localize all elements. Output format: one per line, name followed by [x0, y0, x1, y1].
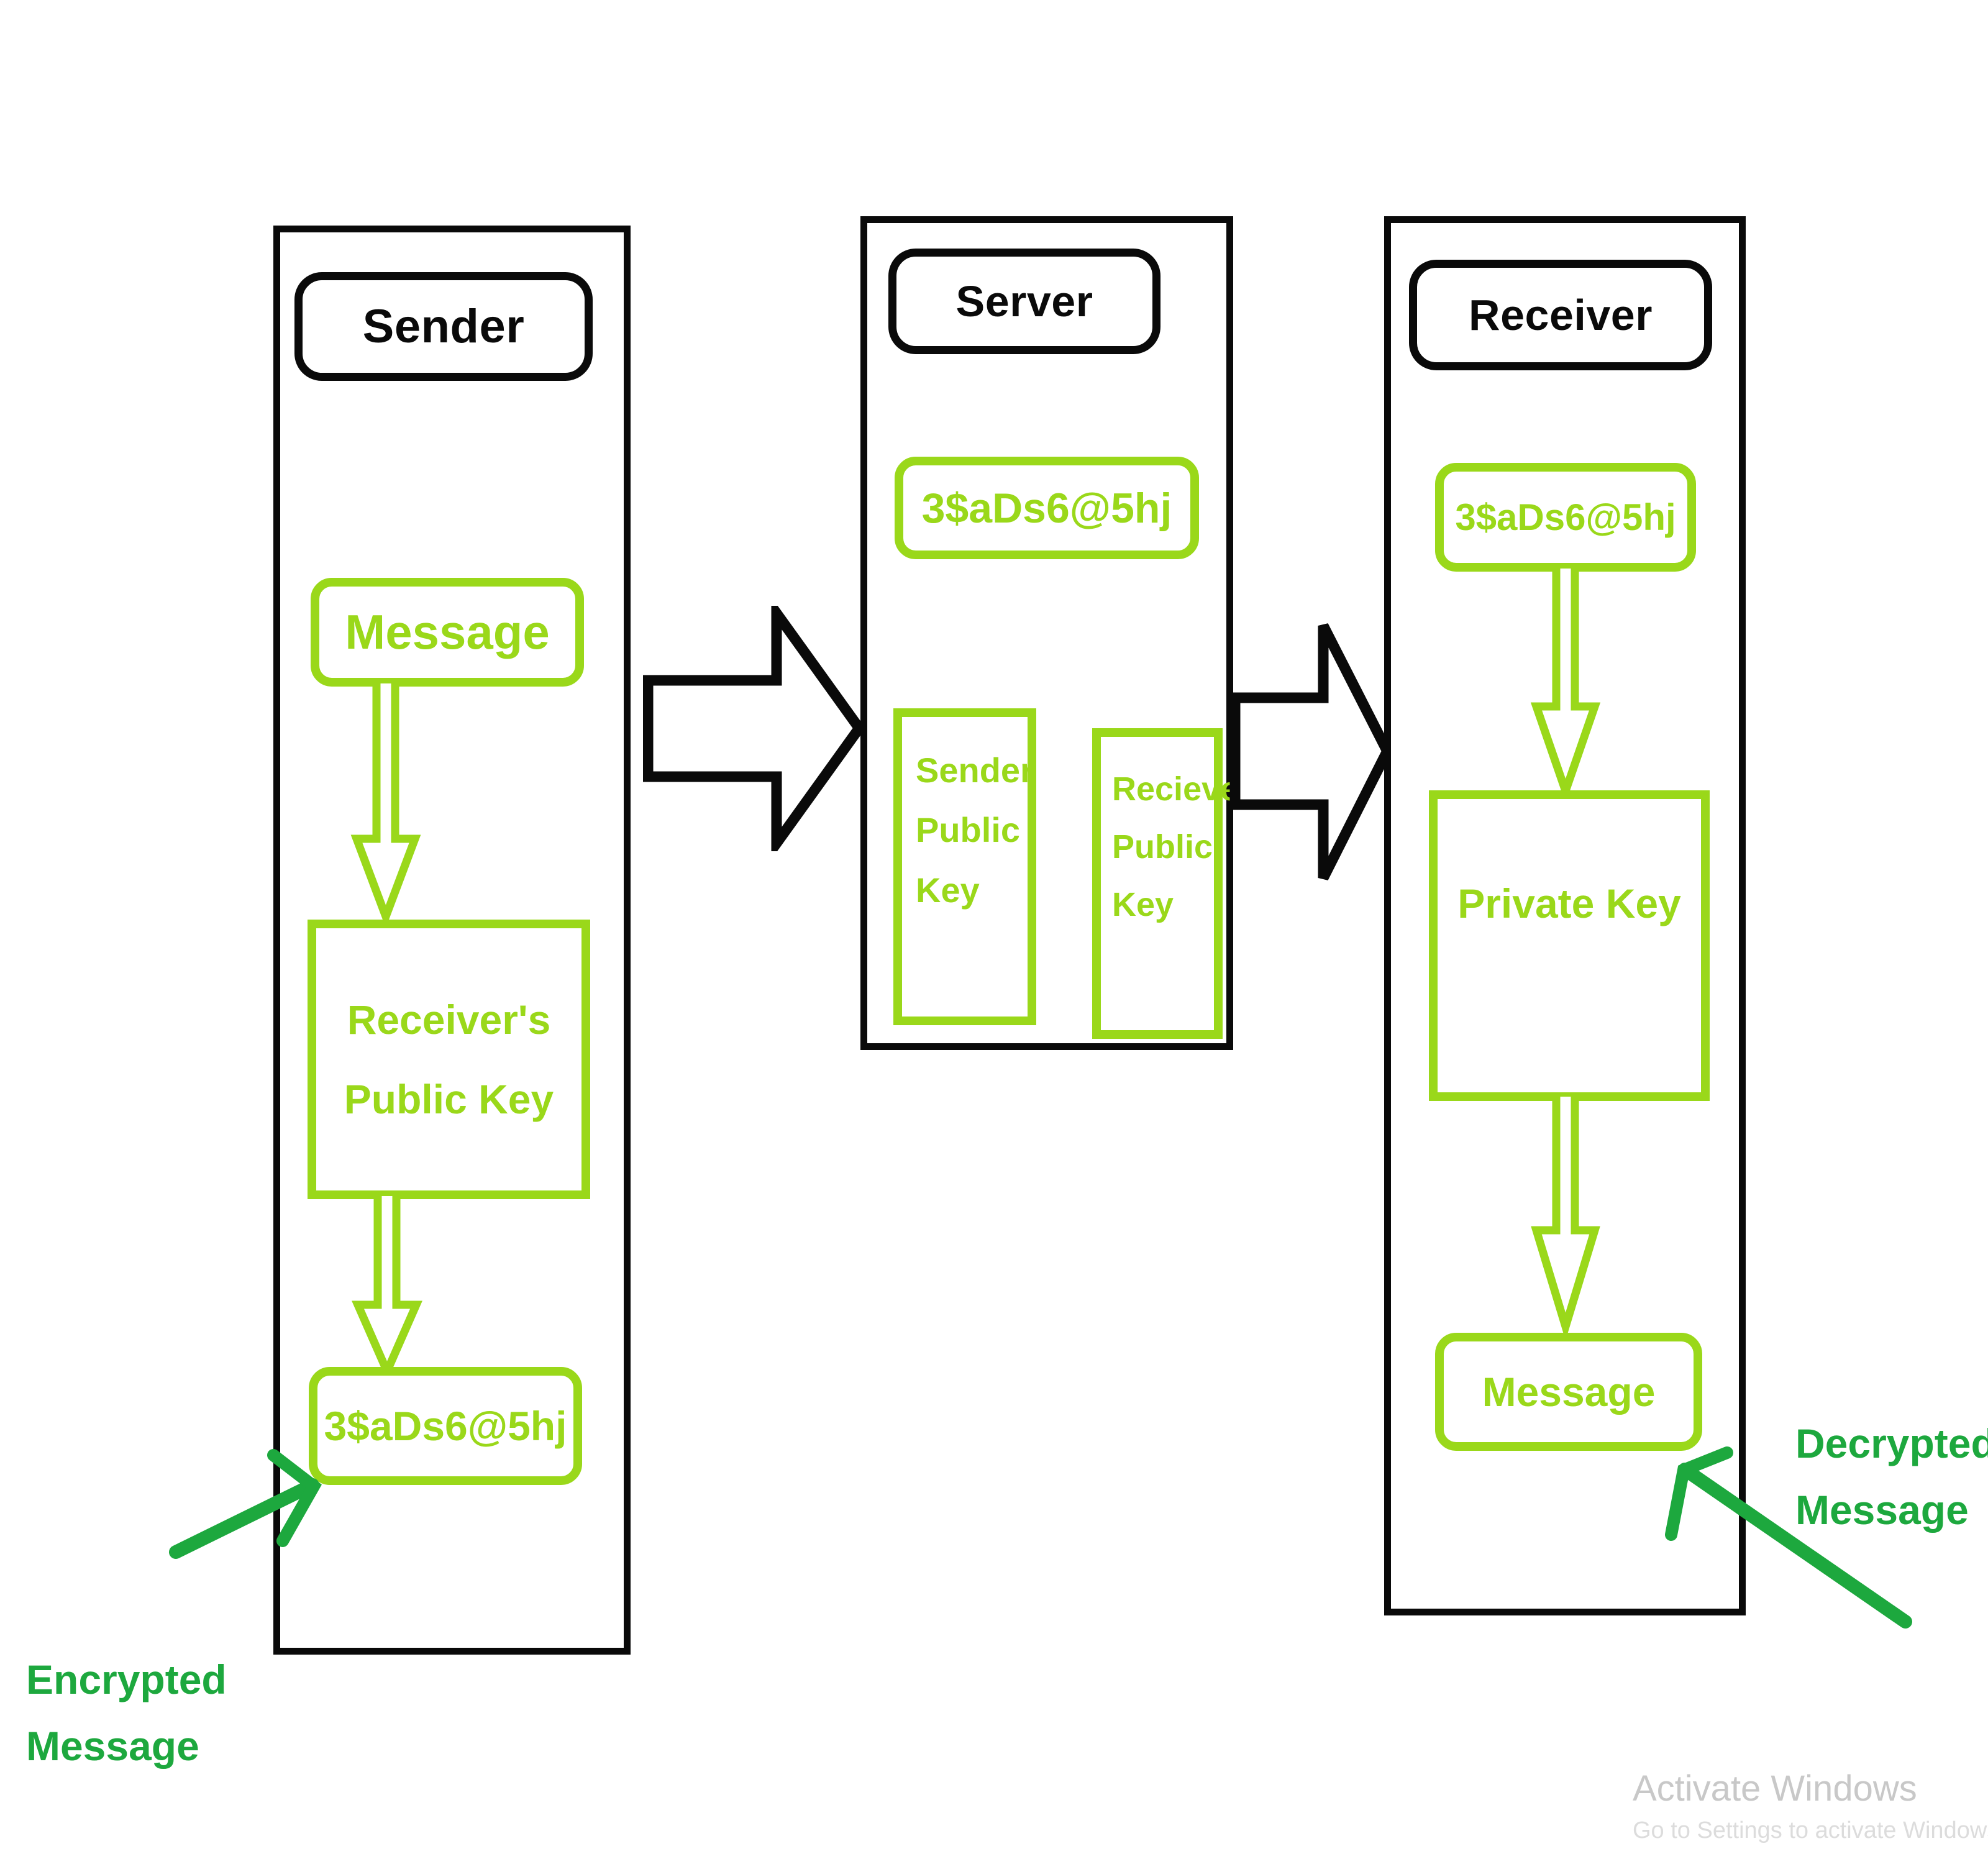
flow-arrow-server-to-receiver: [1229, 618, 1393, 885]
windows-activation-watermark: Activate Windows Go to Settings to activ…: [1633, 1763, 1988, 1848]
encrypted-annotation-line-2: Message: [26, 1722, 199, 1769]
receiver-private-key-label: Private Key: [1457, 880, 1681, 926]
receiver-arrow-privkey-to-message: [1525, 1097, 1606, 1341]
server-ciphertext-box: 3$aDs6@5hj: [895, 457, 1199, 559]
sender-arrow-message-to-key: [345, 683, 426, 929]
watermark-subtitle: Go to Settings to activate Windows.: [1633, 1817, 1988, 1844]
receiver-message-box: Message: [1435, 1333, 1702, 1451]
sender-message-box: Message: [311, 578, 584, 687]
receiver-arrow-cipher-to-privkey: [1525, 569, 1606, 803]
diagram-canvas: Sender Message Receiver's Public Key 3$a…: [0, 0, 1988, 1864]
panel-title-sender: Sender: [294, 272, 593, 381]
decrypted-annotation-line-2: Message: [1795, 1486, 1969, 1533]
server-receiver-key-line-1: Reciever: [1112, 770, 1252, 808]
server-sender-public-key-box: Sender Public Key: [893, 708, 1036, 1025]
server-receiver-key-line-3: Key: [1112, 885, 1174, 923]
sender-arrow-key-to-cipher: [347, 1196, 427, 1382]
sender-public-key-line-1: Receiver's: [347, 997, 551, 1043]
panel-title-receiver: Receiver: [1409, 260, 1712, 370]
watermark-title: Activate Windows: [1633, 1768, 1917, 1809]
sender-receivers-public-key-box: Receiver's Public Key: [308, 920, 590, 1199]
panel-title-server: Server: [888, 249, 1160, 354]
decrypted-annotation-line-1: Decrypted: [1795, 1420, 1988, 1466]
server-sender-key-line-3: Key: [916, 870, 980, 910]
server-receiver-key-line-2: Public: [1112, 828, 1213, 866]
flow-arrow-sender-to-server: [643, 606, 867, 851]
server-receiver-public-key-box: Reciever Public Key: [1092, 728, 1252, 1039]
sender-public-key-line-2: Public Key: [344, 1076, 554, 1122]
encrypted-message-annotation: Encrypted Message: [26, 1647, 227, 1779]
receiver-ciphertext-box: 3$aDs6@5hj: [1435, 463, 1696, 572]
server-sender-key-line-2: Public: [916, 810, 1021, 850]
decrypted-message-annotation: Decrypted Message: [1795, 1410, 1988, 1543]
server-sender-key-line-1: Sender: [916, 751, 1034, 790]
encrypted-message-pointer-arrow: [165, 1441, 351, 1566]
encrypted-annotation-line-1: Encrypted: [26, 1656, 227, 1702]
receiver-private-key-box: Private Key: [1429, 790, 1710, 1101]
